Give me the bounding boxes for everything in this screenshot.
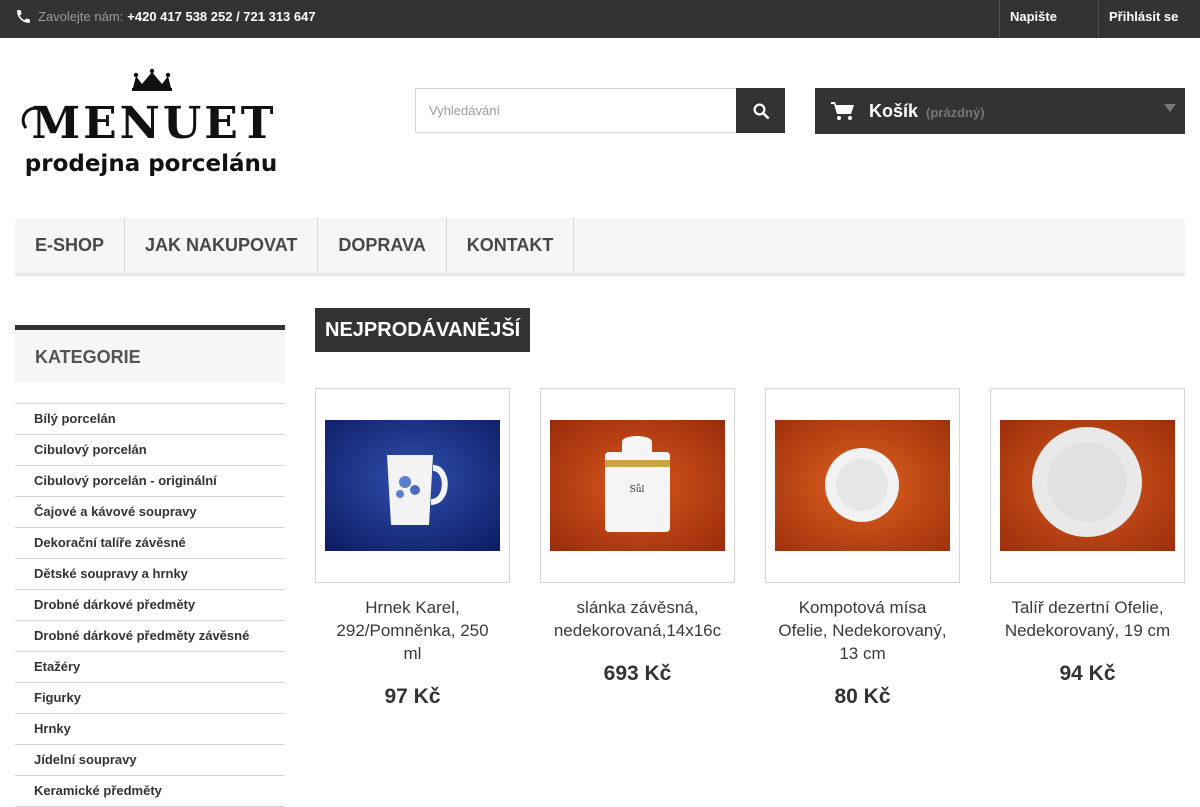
- cart-icon: [831, 102, 854, 120]
- category-link[interactable]: Cibulový porcelán - originální: [34, 473, 217, 488]
- phone-number: +420 417 538 252 / 721 313 647: [127, 9, 316, 24]
- category-item[interactable]: Cibulový porcelán: [15, 435, 285, 466]
- category-item[interactable]: Keramické předměty: [15, 776, 285, 807]
- nav-item-contact[interactable]: KONTAKT: [447, 218, 575, 273]
- phone-info: Zavolejte nám: +420 417 538 252 / 721 31…: [15, 8, 316, 25]
- product-price: 80 Kč: [834, 685, 891, 708]
- category-item[interactable]: Dekorační talíře závěsné: [15, 528, 285, 559]
- top-bar: Zavolejte nám: +420 417 538 252 / 721 31…: [0, 0, 1200, 58]
- cart-block[interactable]: Košík (prázdný): [815, 88, 1185, 134]
- nav-item-eshop[interactable]: E-SHOP: [15, 218, 126, 273]
- svg-text:Sůl: Sůl: [630, 483, 645, 495]
- product-price: 94 Kč: [1059, 662, 1116, 685]
- nav-item-shipping[interactable]: DOPRAVA: [318, 218, 447, 273]
- cart-title: Košík: [869, 100, 919, 121]
- product-photo: Sůl: [550, 420, 725, 551]
- nav-item-how-to-buy[interactable]: JAK NAKUPOVAT: [125, 218, 319, 273]
- login-link[interactable]: Přihlásit se: [1098, 0, 1200, 38]
- site-logo[interactable]: MENUET prodejna porcelánu: [18, 68, 288, 180]
- sidebar-heading: KATEGORIE: [15, 325, 285, 383]
- product-name[interactable]: Hrnek Karel, 292/Pomněnka, 250 ml: [328, 596, 498, 665]
- category-link[interactable]: Keramické předměty: [34, 783, 162, 798]
- product-card[interactable]: Kompotová mísa Ofelie, Nedekorovaný, 13 …: [765, 388, 960, 709]
- category-item[interactable]: Drobné dárkové předměty: [15, 590, 285, 621]
- search-box: [415, 88, 785, 133]
- product-image[interactable]: [990, 388, 1185, 583]
- category-list: Bílý porcelán Cibulový porcelán Cibulový…: [15, 403, 285, 807]
- top-links: Napište nám Přihlásit se: [999, 0, 1200, 58]
- category-link[interactable]: Dětské soupravy a hrnky: [34, 566, 188, 581]
- search-button[interactable]: [736, 88, 785, 133]
- category-link[interactable]: Drobné dárkové předměty: [34, 597, 195, 612]
- category-item[interactable]: Dětské soupravy a hrnky: [15, 559, 285, 590]
- product-photo: [1000, 420, 1175, 551]
- category-item[interactable]: Jídelní soupravy: [15, 745, 285, 776]
- logo-tagline: prodejna porcelánu: [25, 151, 277, 177]
- chevron-down-icon: [1164, 104, 1176, 112]
- product-card[interactable]: Talíř dezertní Ofelie, Nedekorovaný, 19 …: [990, 388, 1185, 686]
- product-image[interactable]: [315, 388, 510, 583]
- category-item[interactable]: Bílý porcelán: [15, 404, 285, 435]
- product-image[interactable]: Sůl: [540, 388, 735, 583]
- product-image[interactable]: [765, 388, 960, 583]
- main-nav: E-SHOP JAK NAKUPOVAT DOPRAVA KONTAKT: [15, 218, 1185, 276]
- search-icon: [753, 103, 769, 119]
- logo-brand: MENUET: [31, 98, 276, 149]
- contact-link[interactable]: Napište nám: [999, 0, 1098, 58]
- phone-icon: [17, 10, 30, 23]
- call-label: Zavolejte nám:: [38, 9, 124, 24]
- category-item[interactable]: Hrnky: [15, 714, 285, 745]
- product-card[interactable]: Hrnek Karel, 292/Pomněnka, 250 ml 97 Kč: [315, 388, 510, 709]
- cart-status: (prázdný): [926, 105, 985, 120]
- section-title[interactable]: NEJPRODÁVANĚJŠÍ: [315, 308, 531, 352]
- logo-graphic: MENUET prodejna porcelánu: [21, 68, 277, 177]
- category-link[interactable]: Dekorační talíře závěsné: [34, 535, 186, 550]
- category-link[interactable]: Figurky: [34, 690, 81, 705]
- search-input[interactable]: [415, 88, 736, 133]
- category-link[interactable]: Jídelní soupravy: [34, 752, 137, 767]
- category-link[interactable]: Hrnky: [34, 721, 71, 736]
- product-name[interactable]: Kompotová mísa Ofelie, Nedekorovaný, 13 …: [778, 596, 948, 665]
- product-photo: [775, 420, 950, 551]
- category-link[interactable]: Bílý porcelán: [34, 411, 116, 426]
- product-price: 693 Kč: [603, 662, 672, 685]
- category-link[interactable]: Čajové a kávové soupravy: [34, 504, 197, 519]
- product-price: 97 Kč: [384, 685, 441, 708]
- category-item[interactable]: Čajové a kávové soupravy: [15, 497, 285, 528]
- category-sidebar: KATEGORIE Bílý porcelán Cibulový porcelá…: [15, 325, 285, 807]
- product-card[interactable]: Sůl slánka závěsná, nedekorovaná,14x16c …: [540, 388, 735, 686]
- category-item[interactable]: Figurky: [15, 683, 285, 714]
- category-item[interactable]: Drobné dárkové předměty závěsné: [15, 621, 285, 652]
- category-item[interactable]: Etažéry: [15, 652, 285, 683]
- product-photo: [325, 420, 500, 551]
- category-link[interactable]: Etažéry: [34, 659, 80, 674]
- category-link[interactable]: Cibulový porcelán: [34, 442, 147, 457]
- category-item[interactable]: Cibulový porcelán - originální: [15, 466, 285, 497]
- product-name[interactable]: Talíř dezertní Ofelie, Nedekorovaný, 19 …: [1003, 596, 1173, 642]
- product-name[interactable]: slánka závěsná, nedekorovaná,14x16c: [553, 596, 723, 642]
- category-link[interactable]: Drobné dárkové předměty závěsné: [34, 628, 249, 643]
